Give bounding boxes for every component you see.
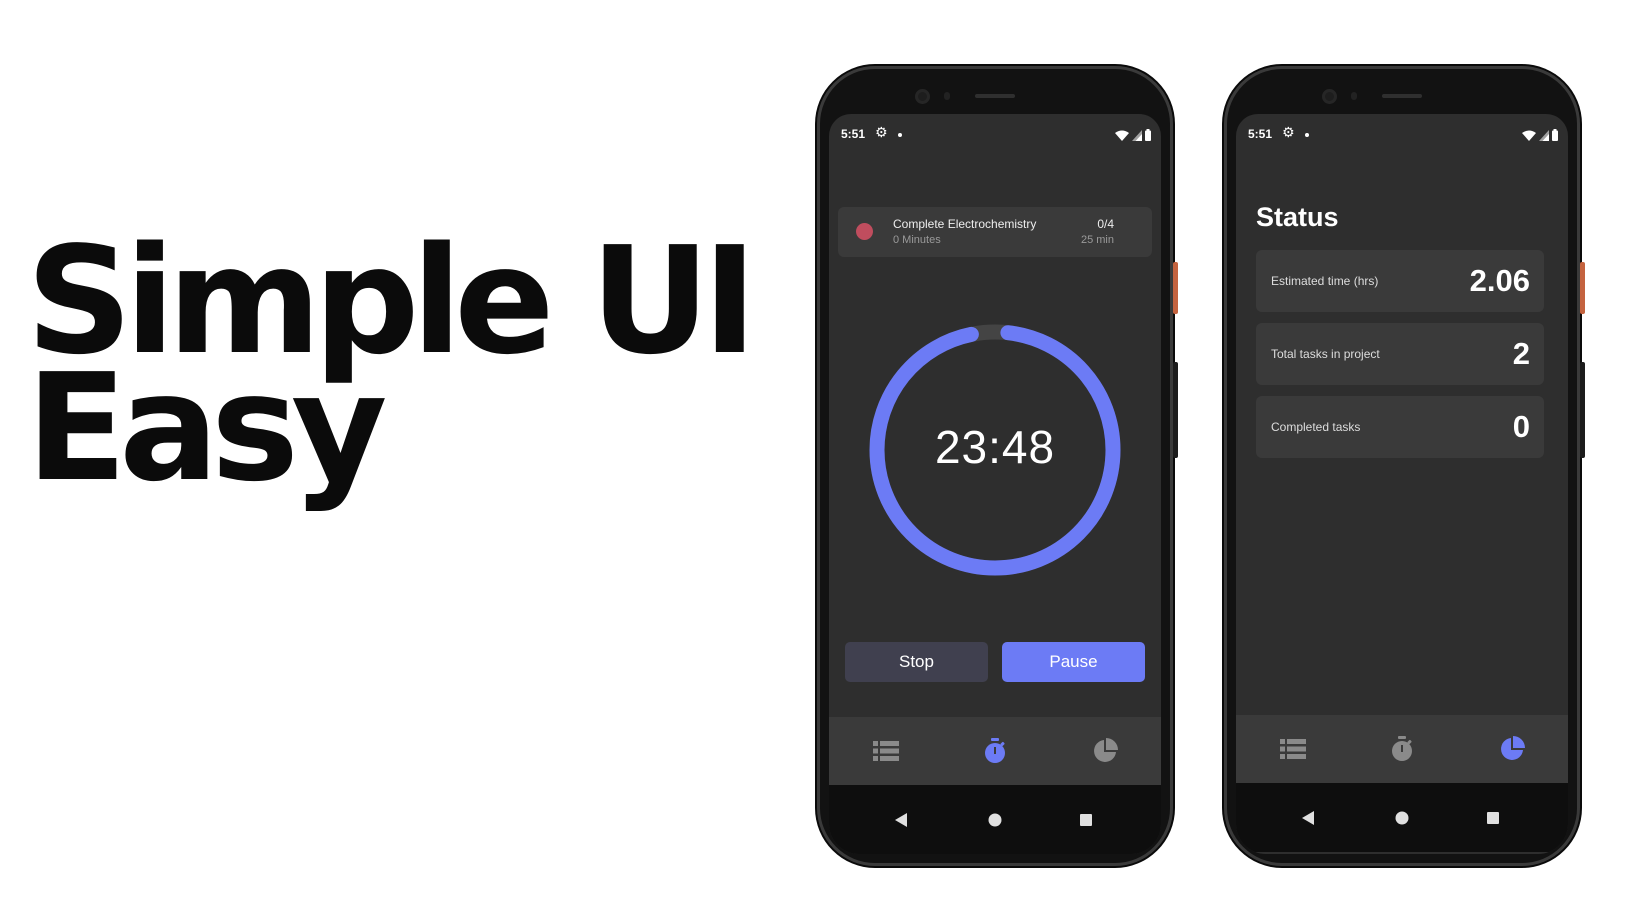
status-time: 5:51 bbox=[841, 127, 866, 141]
stop-button[interactable]: Stop bbox=[845, 642, 988, 682]
pause-button[interactable]: Pause bbox=[1002, 642, 1145, 682]
timer-display: 23:48 bbox=[934, 421, 1056, 473]
stat-value: 2.06 bbox=[1469, 263, 1530, 298]
nav-timer-tab[interactable] bbox=[975, 735, 1015, 767]
proximity-sensor bbox=[944, 92, 950, 100]
list-icon bbox=[1280, 739, 1306, 759]
signal-icon bbox=[1132, 129, 1142, 141]
proximity-sensor bbox=[1351, 92, 1357, 100]
stat-card-estimated-time: Estimated time (hrs) 2.06 bbox=[1256, 250, 1544, 312]
back-button[interactable] bbox=[1293, 803, 1323, 833]
settings-gear-icon: ⚙ bbox=[875, 124, 888, 140]
nav-tasks-tab[interactable] bbox=[1273, 733, 1313, 765]
system-navigation-bar bbox=[829, 785, 1161, 854]
recents-square-icon bbox=[1080, 814, 1092, 826]
front-camera bbox=[915, 89, 930, 104]
bottom-navigation bbox=[1236, 715, 1568, 783]
task-session-count: 0/4 bbox=[1097, 217, 1114, 231]
stat-label: Completed tasks bbox=[1271, 420, 1361, 434]
status-time: 5:51 bbox=[1248, 127, 1273, 141]
status-bar: 5:51 ⚙ bbox=[829, 124, 1161, 146]
battery-icon bbox=[1552, 129, 1558, 141]
recents-square-icon bbox=[1487, 812, 1499, 824]
pie-chart-icon bbox=[1094, 738, 1118, 762]
page-title: Status bbox=[1256, 202, 1339, 232]
notification-dot-icon bbox=[898, 133, 902, 137]
list-icon bbox=[873, 741, 899, 761]
home-button[interactable] bbox=[980, 805, 1010, 835]
wifi-icon bbox=[1115, 130, 1129, 141]
status-screen: 5:51 ⚙ Status Estimated time (hrs) 2.06 … bbox=[1236, 114, 1568, 854]
phone-status: 5:51 ⚙ Status Estimated time (hrs) 2.06 … bbox=[1224, 66, 1585, 866]
task-title: Complete Electrochemistry bbox=[893, 217, 1037, 231]
stat-label: Total tasks in project bbox=[1271, 347, 1380, 361]
power-button bbox=[1173, 262, 1178, 314]
recents-button[interactable] bbox=[1071, 805, 1101, 835]
nav-tasks-tab[interactable] bbox=[866, 735, 906, 767]
stat-value: 0 bbox=[1512, 409, 1530, 444]
earpiece bbox=[1382, 94, 1422, 98]
home-button[interactable] bbox=[1387, 803, 1417, 833]
headline: Simple UI Easy bbox=[26, 227, 757, 503]
stat-value: 2 bbox=[1512, 336, 1530, 371]
phone-timer: 5:51 ⚙ Complete Electrochemistry 0 Minut… bbox=[817, 66, 1178, 866]
system-navigation-bar bbox=[1236, 783, 1568, 852]
timer-screen: 5:51 ⚙ Complete Electrochemistry 0 Minut… bbox=[829, 114, 1161, 854]
back-button[interactable] bbox=[886, 805, 916, 835]
stat-card-completed-tasks: Completed tasks 0 bbox=[1256, 396, 1544, 458]
task-elapsed: 0 Minutes bbox=[893, 234, 941, 246]
stat-card-total-tasks: Total tasks in project 2 bbox=[1256, 323, 1544, 385]
stat-label: Estimated time (hrs) bbox=[1271, 274, 1379, 288]
nav-status-tab[interactable] bbox=[1085, 735, 1125, 767]
settings-gear-icon: ⚙ bbox=[1282, 124, 1295, 140]
stopwatch-icon bbox=[1392, 736, 1412, 761]
home-circle-icon bbox=[988, 813, 1002, 827]
bottom-navigation bbox=[829, 717, 1161, 785]
status-bar: 5:51 ⚙ bbox=[1236, 124, 1568, 146]
earpiece bbox=[975, 94, 1015, 98]
wifi-icon bbox=[1522, 130, 1536, 141]
power-button bbox=[1580, 262, 1585, 314]
back-triangle-icon bbox=[895, 813, 907, 827]
task-priority-dot-icon bbox=[856, 223, 873, 240]
recents-button[interactable] bbox=[1478, 803, 1508, 833]
nav-timer-tab[interactable] bbox=[1382, 733, 1422, 765]
nav-status-tab[interactable] bbox=[1492, 733, 1532, 765]
volume-button bbox=[1580, 362, 1585, 458]
home-circle-icon bbox=[1395, 811, 1409, 825]
battery-icon bbox=[1145, 129, 1151, 141]
stopwatch-icon bbox=[985, 738, 1005, 763]
volume-button bbox=[1173, 362, 1178, 458]
signal-icon bbox=[1539, 129, 1549, 141]
current-task-card[interactable]: Complete Electrochemistry 0 Minutes 0/4 … bbox=[838, 207, 1152, 257]
pie-chart-icon bbox=[1501, 736, 1525, 760]
back-triangle-icon bbox=[1302, 811, 1314, 825]
front-camera bbox=[1322, 89, 1337, 104]
notification-dot-icon bbox=[1305, 133, 1309, 137]
task-duration: 25 min bbox=[1080, 234, 1114, 246]
